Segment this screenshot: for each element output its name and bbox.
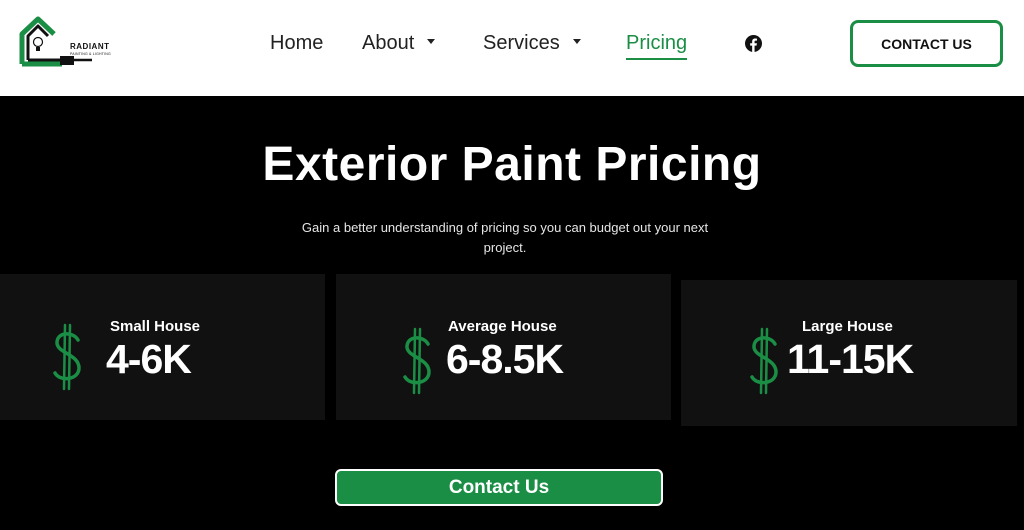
facebook-icon[interactable] (745, 35, 762, 52)
pricing-card-small: Small House 4-6K (0, 274, 325, 420)
nav-item-pricing[interactable]: Pricing (626, 30, 688, 60)
dollar-sign-icon (403, 327, 431, 395)
nav-item-label: Home (270, 32, 324, 54)
pricing-card-average: Average House 6-8.5K (336, 274, 671, 420)
card-label: Large House (802, 318, 893, 335)
nav-item-label: About (362, 32, 415, 54)
nav-item-about[interactable]: About (362, 30, 436, 56)
dollar-sign-icon (750, 327, 778, 395)
contact-us-button[interactable]: Contact Us (335, 469, 663, 506)
nav-item-services[interactable]: Services (483, 30, 581, 56)
dollar-sign-icon (53, 323, 81, 391)
nav-item-label: Pricing (626, 32, 688, 54)
card-label: Average House (448, 318, 557, 335)
site-header: RADIANT PAINTING & LIGHTING Home About S… (0, 0, 1024, 96)
brand-name: RADIANT (70, 42, 110, 51)
caret-down-icon (572, 39, 581, 45)
nav-item-home[interactable]: Home (270, 30, 323, 56)
pricing-card-large: Large House 11-15K (681, 280, 1017, 426)
card-price: 11-15K (787, 336, 914, 382)
page-subtitle: Gain a better understanding of pricing s… (301, 220, 709, 255)
contact-us-header-button[interactable]: CONTACT US (850, 20, 1003, 67)
card-price: 6-8.5K (446, 336, 564, 382)
card-label: Small House (110, 318, 201, 335)
logo[interactable]: RADIANT PAINTING & LIGHTING (18, 16, 111, 70)
page-title: Exterior Paint Pricing (262, 138, 762, 191)
brand-tagline: PAINTING & LIGHTING (70, 52, 111, 56)
nav-item-label: Services (483, 32, 560, 54)
caret-down-icon (427, 39, 436, 45)
card-price: 4-6K (106, 336, 192, 382)
